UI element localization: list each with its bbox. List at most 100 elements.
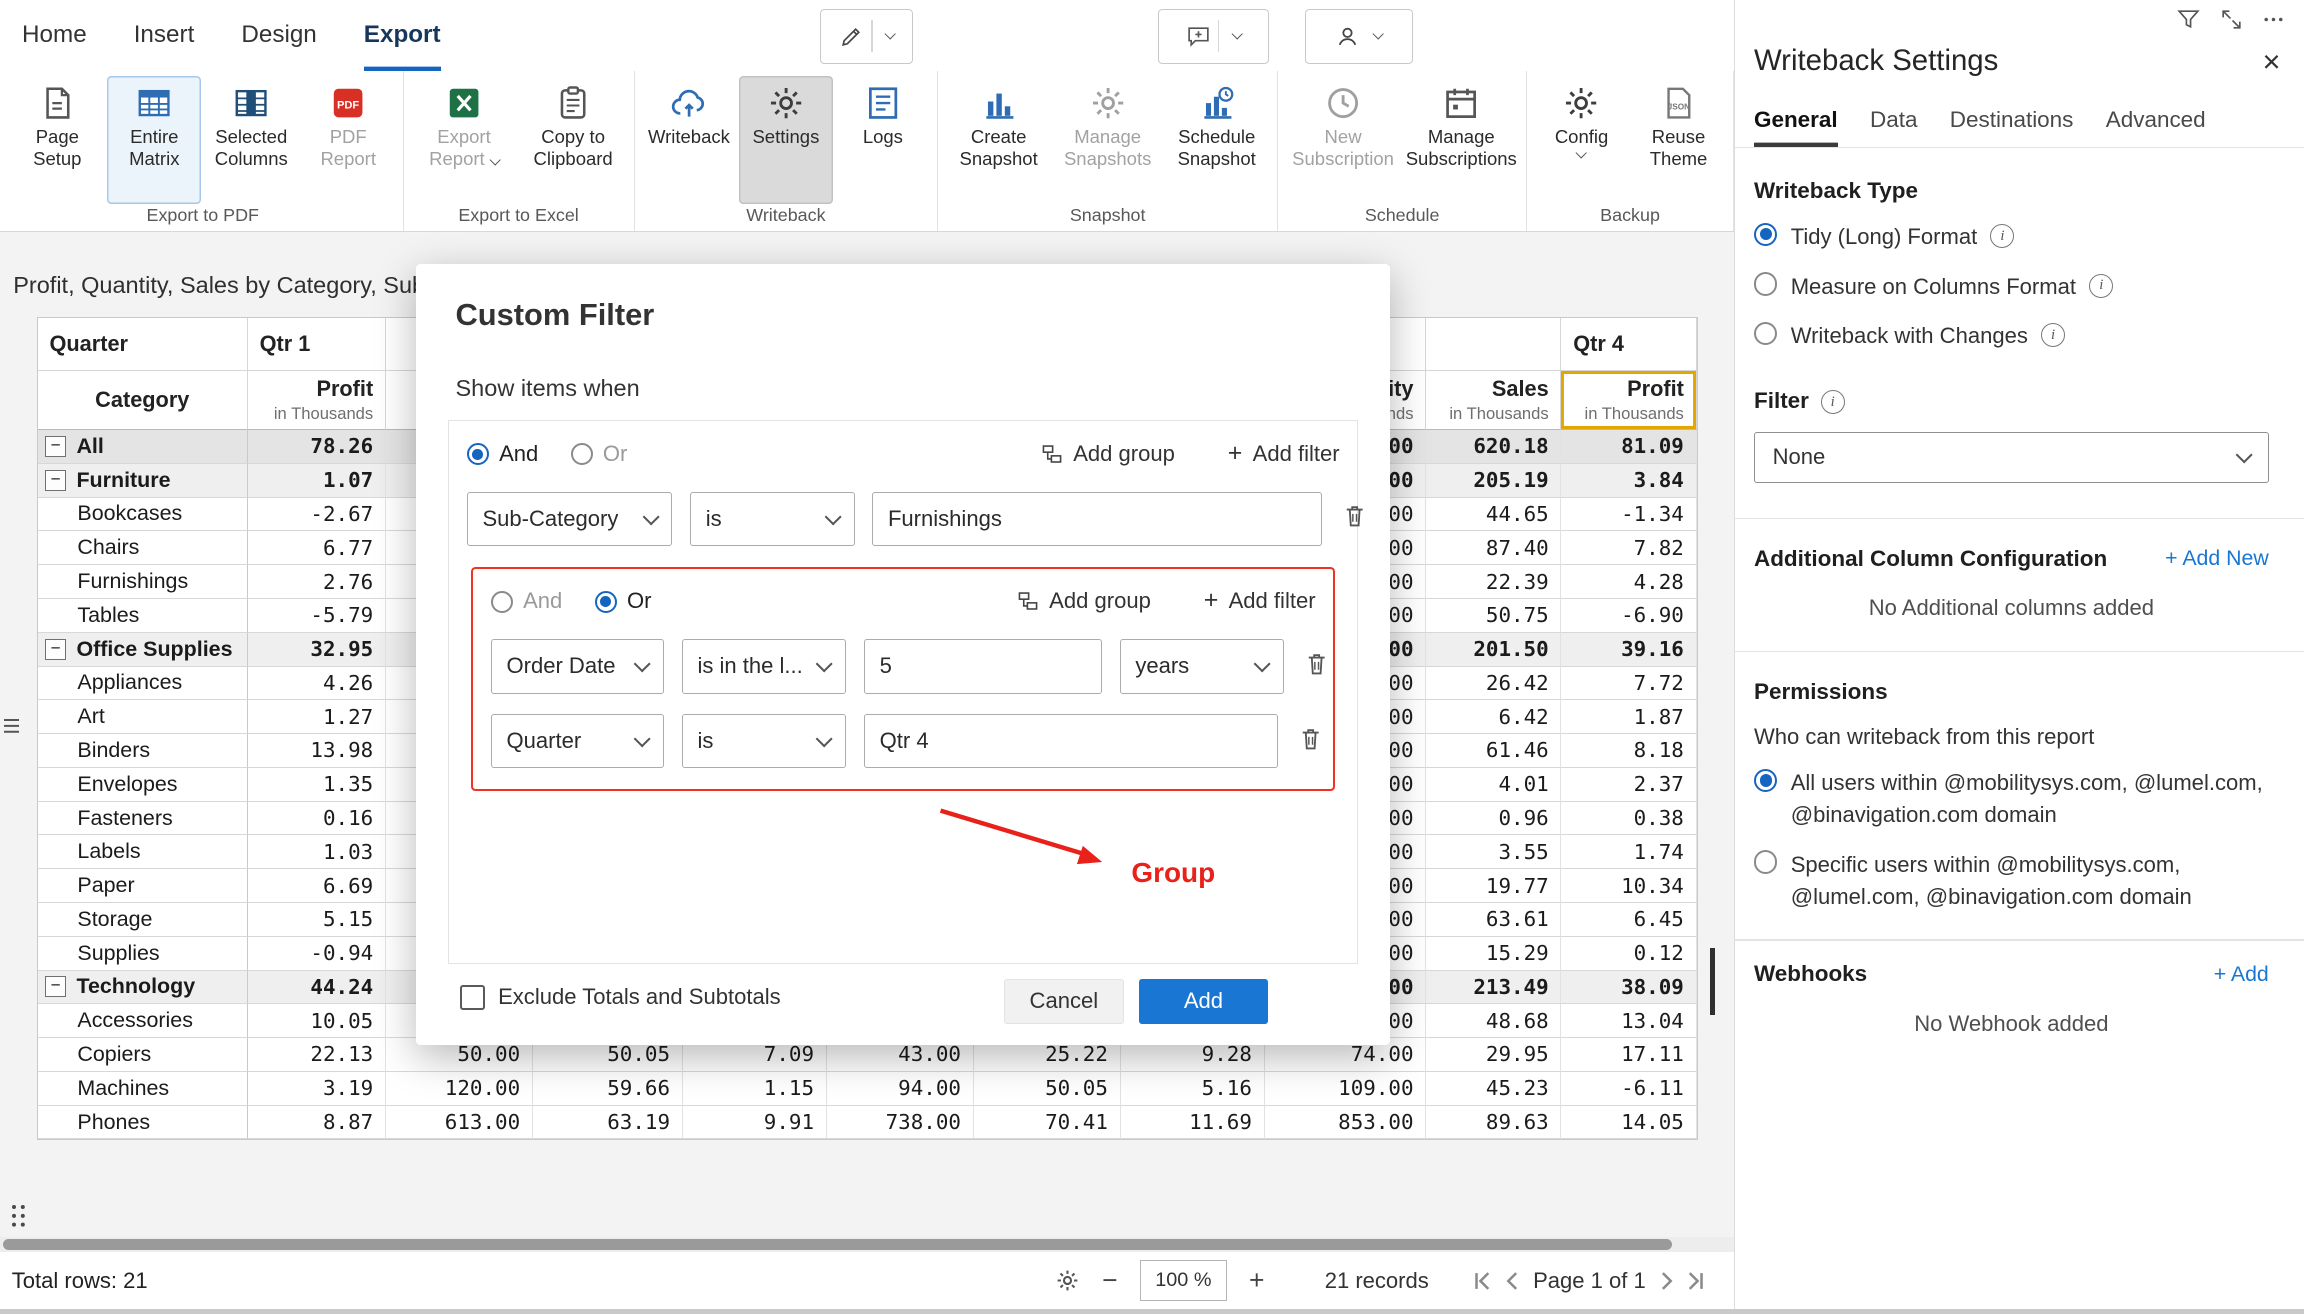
menu-bar: Home Insert Design Export bbox=[0, 0, 1734, 71]
operator-select[interactable]: is in the l... bbox=[682, 639, 847, 693]
filter-value-input[interactable] bbox=[872, 492, 1322, 546]
add-filter-button[interactable]: +Add filter bbox=[1204, 588, 1316, 614]
collapse-icon[interactable]: − bbox=[45, 639, 66, 660]
qtr1-header: Qtr 1 bbox=[248, 318, 386, 371]
delete-condition-button[interactable] bbox=[1302, 649, 1331, 684]
ribbon-button-pdf-report[interactable]: PDFPDF Report bbox=[301, 76, 395, 203]
ribbon-button-schedule-snapshot[interactable]: Schedule Snapshot bbox=[1164, 76, 1270, 203]
and-radio[interactable]: And bbox=[467, 441, 539, 467]
and-radio[interactable]: And bbox=[491, 588, 563, 614]
menu-tab-insert[interactable]: Insert bbox=[134, 0, 195, 71]
writeback-type-option-tidy-long-format[interactable]: Tidy (Long) Formati bbox=[1754, 221, 2269, 253]
drag-handle-icon[interactable] bbox=[12, 1205, 27, 1229]
value-cell: 0.96 bbox=[1426, 802, 1561, 836]
add-group-button[interactable]: Add group bbox=[1017, 588, 1151, 614]
ribbon-button-page-setup[interactable]: Page Setup bbox=[10, 76, 104, 203]
value-cell: 50.75 bbox=[1426, 599, 1561, 633]
ribbon-button-config[interactable]: Config bbox=[1535, 76, 1629, 203]
ribbon-button-copy-to-clipboard[interactable]: Copy to Clipboard bbox=[520, 76, 626, 203]
table-row-machines[interactable]: Machines3.19120.0059.661.1594.0050.055.1… bbox=[38, 1072, 1697, 1106]
add-filter-button[interactable]: +Add filter bbox=[1228, 441, 1340, 467]
value-cell: 6.69 bbox=[248, 869, 386, 903]
delete-condition-button[interactable] bbox=[1340, 501, 1369, 536]
vertical-scrollbar-thumb[interactable] bbox=[1710, 948, 1714, 1016]
ribbon-button-manage-subscriptions[interactable]: Manage Subscriptions bbox=[1404, 76, 1519, 203]
settings-tab-destinations[interactable]: Destinations bbox=[1950, 107, 2074, 146]
category-cell: Phones bbox=[38, 1106, 248, 1140]
delete-condition-button[interactable] bbox=[1296, 724, 1325, 759]
button-divider bbox=[871, 20, 872, 52]
add-group-button[interactable]: Add group bbox=[1041, 441, 1175, 467]
cancel-button[interactable]: Cancel bbox=[1004, 979, 1124, 1025]
comment-split-button[interactable] bbox=[1158, 9, 1269, 64]
settings-tab-data[interactable]: Data bbox=[1870, 107, 1917, 146]
zoom-in-button[interactable]: + bbox=[1246, 1265, 1267, 1296]
field-select[interactable]: Order Date bbox=[491, 639, 664, 693]
ribbon-button-selected-columns[interactable]: Selected Columns bbox=[204, 76, 298, 203]
collapse-icon[interactable]: − bbox=[45, 436, 66, 457]
table-row-phones[interactable]: Phones8.87613.0063.199.91738.0070.4111.6… bbox=[38, 1106, 1697, 1140]
next-page-icon[interactable] bbox=[1655, 1270, 1677, 1292]
filter-value-input[interactable] bbox=[864, 639, 1102, 693]
ribbon: Page SetupEntire MatrixSelected ColumnsP… bbox=[0, 71, 1734, 232]
permission-option-all-users-within[interactable]: All users within @mobilitysys.com, @lume… bbox=[1754, 767, 2269, 831]
matrix-title: Profit, Quantity, Sales by Category, Sub… bbox=[13, 272, 433, 299]
add-webhook-link[interactable]: + Add bbox=[2214, 962, 2269, 987]
ribbon-button-logs[interactable]: Logs bbox=[836, 76, 930, 203]
value-cell: 78.26 bbox=[248, 430, 386, 464]
permission-option-specific-users-within[interactable]: Specific users within @mobilitysys.com, … bbox=[1754, 849, 2269, 913]
settings-tab-advanced[interactable]: Advanced bbox=[2106, 107, 2206, 146]
operator-select[interactable]: is bbox=[682, 714, 847, 768]
or-radio[interactable]: Or bbox=[571, 441, 628, 467]
settings-tab-general[interactable]: General bbox=[1754, 107, 1838, 146]
focus-mode-icon[interactable] bbox=[2219, 7, 2244, 32]
field-select[interactable]: Quarter bbox=[491, 714, 664, 768]
writeback-pen-button[interactable] bbox=[820, 9, 913, 64]
add-new-column-link[interactable]: + Add New bbox=[2165, 546, 2269, 571]
first-page-icon[interactable] bbox=[1471, 1270, 1493, 1292]
category-cell: Labels bbox=[38, 835, 248, 869]
collapse-icon[interactable]: − bbox=[45, 470, 66, 491]
writeback-type-option-measure-on-columns[interactable]: Measure on Columns Formati bbox=[1754, 271, 2269, 303]
left-resize-grip[interactable] bbox=[4, 719, 19, 737]
account-button[interactable] bbox=[1305, 9, 1413, 64]
filter-value-input[interactable] bbox=[864, 714, 1278, 768]
horizontal-scrollbar[interactable] bbox=[0, 1237, 1734, 1252]
or-radio[interactable]: Or bbox=[595, 588, 652, 614]
ribbon-button-writeback[interactable]: Writeback bbox=[642, 76, 736, 203]
value-cell: 38.09 bbox=[1561, 971, 1696, 1005]
value-cell: 29.95 bbox=[1426, 1038, 1561, 1072]
value-cell: 3.55 bbox=[1426, 835, 1561, 869]
ribbon-button-new-subscription[interactable]: New Subscription bbox=[1285, 76, 1400, 203]
ribbon-button-manage-snapshots[interactable]: Manage Snapshots bbox=[1055, 76, 1161, 203]
q4-profit-header-highlighted[interactable]: Profitin Thousands bbox=[1561, 371, 1696, 430]
writeback-type-option-writeback-with-changes[interactable]: Writeback with Changesi bbox=[1754, 320, 2269, 352]
collapse-icon[interactable]: − bbox=[45, 976, 66, 997]
last-page-icon[interactable] bbox=[1685, 1270, 1707, 1292]
previous-page-icon[interactable] bbox=[1502, 1270, 1524, 1292]
filter-select[interactable]: None bbox=[1754, 432, 2269, 482]
zoom-out-button[interactable]: − bbox=[1099, 1265, 1120, 1296]
value-cell: 44.24 bbox=[248, 971, 386, 1005]
menu-tab-export[interactable]: Export bbox=[364, 0, 441, 71]
ribbon-button-reuse-theme[interactable]: JSONReuse Theme bbox=[1632, 76, 1726, 203]
add-button[interactable]: Add bbox=[1139, 979, 1268, 1025]
field-select[interactable]: Sub-Category bbox=[467, 492, 673, 546]
ribbon-button-settings[interactable]: Settings bbox=[739, 76, 833, 203]
close-icon[interactable]: × bbox=[2263, 47, 2281, 78]
filter-condition-row: Order Date is in the l... years bbox=[491, 639, 1316, 693]
operator-select[interactable]: is bbox=[690, 492, 855, 546]
horizontal-scrollbar-thumb[interactable] bbox=[3, 1239, 1672, 1251]
zoom-level-box[interactable]: 100 % bbox=[1140, 1260, 1227, 1300]
ribbon-button-export-report[interactable]: Export Report bbox=[411, 76, 517, 203]
menu-tab-design[interactable]: Design bbox=[241, 0, 316, 71]
ribbon-button-entire-matrix[interactable]: Entire Matrix bbox=[107, 76, 201, 203]
unit-select[interactable]: years bbox=[1120, 639, 1285, 693]
category-cell: Storage bbox=[38, 903, 248, 937]
ribbon-button-create-snapshot[interactable]: Create Snapshot bbox=[946, 76, 1052, 203]
menu-tab-home[interactable]: Home bbox=[22, 0, 87, 71]
filter-icon[interactable] bbox=[2176, 7, 2201, 32]
exclude-totals-checkbox[interactable]: Exclude Totals and Subtotals bbox=[460, 984, 781, 1010]
more-options-icon[interactable] bbox=[2261, 7, 2286, 32]
table-settings-gear-icon[interactable] bbox=[1055, 1268, 1080, 1293]
